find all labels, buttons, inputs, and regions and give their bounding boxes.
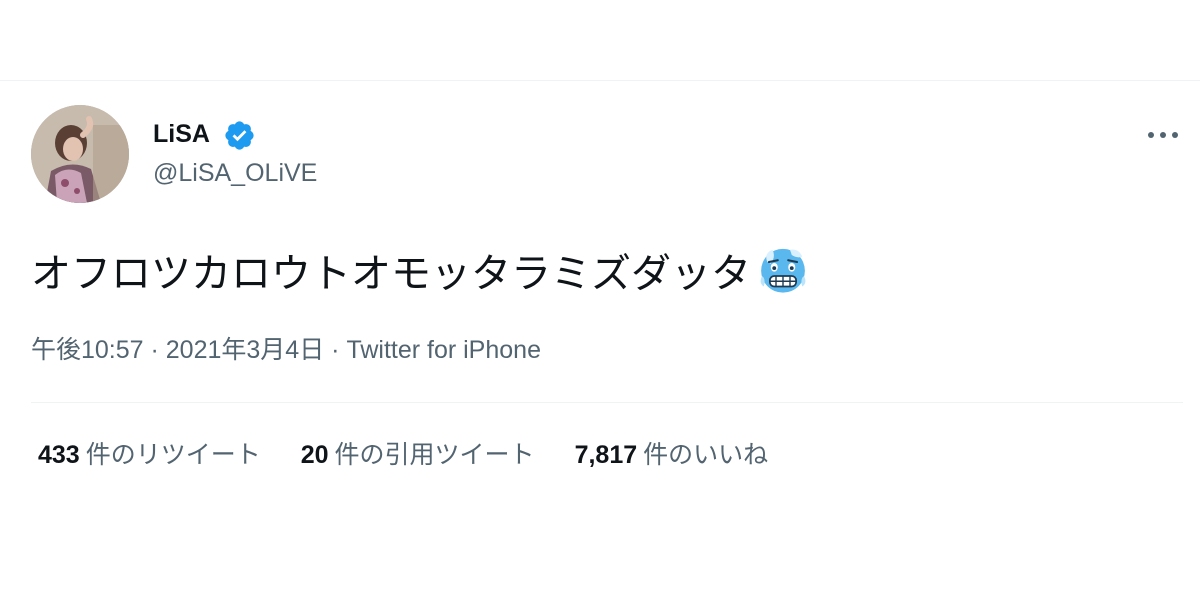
tweet-source[interactable]: Twitter for iPhone — [346, 336, 541, 364]
meta-separator-2: · — [324, 336, 347, 364]
likes-stat[interactable]: 7,817 件のいいね — [575, 438, 769, 472]
quotes-stat[interactable]: 20 件の引用ツイート — [301, 438, 535, 472]
quotes-label: 件の引用ツイート — [334, 441, 535, 469]
retweets-label: 件のリツイート — [85, 441, 261, 469]
display-name[interactable]: LiSA — [153, 119, 210, 149]
quotes-count: 20 — [300, 441, 329, 469]
likes-count: 7,817 — [574, 441, 638, 469]
meta-separator: · — [143, 336, 166, 364]
tweet-card: LiSA @LiSA_OLiVE オフロツカロウトオモッタラミズダッタ 午後10… — [0, 81, 1200, 600]
tweet-text-content: オフロツカロウトオモッタラミズダッタ — [31, 251, 751, 297]
retweets-count: 433 — [38, 441, 80, 469]
tweet-time[interactable]: 午後10:57 — [31, 336, 144, 364]
tweet-stats: 433 件のリツイート 20 件の引用ツイート 7,817 件のいいね — [38, 438, 768, 472]
cold-face-emoji-icon — [760, 248, 806, 293]
avatar-image — [31, 105, 129, 203]
avatar[interactable] — [31, 105, 129, 203]
likes-label: 件のいいね — [643, 441, 769, 469]
tweet-text: オフロツカロウトオモッタラミズダッタ — [31, 241, 811, 302]
stats-divider — [31, 402, 1183, 403]
tweet-meta: 午後10:57 · 2021年3月4日 · Twitter for iPhone — [31, 333, 541, 367]
retweets-stat[interactable]: 433 件のリツイート — [38, 438, 261, 472]
more-options-icon[interactable] — [1138, 117, 1188, 153]
user-handle[interactable]: @LiSA_OLiVE — [153, 158, 317, 188]
tweet-date[interactable]: 2021年3月4日 — [166, 336, 324, 364]
verified-badge-icon — [225, 121, 254, 150]
